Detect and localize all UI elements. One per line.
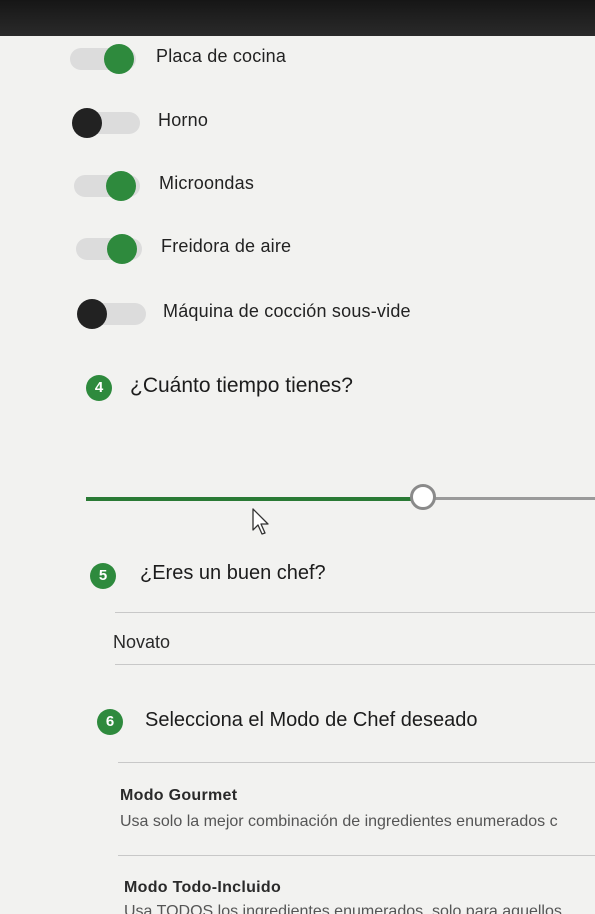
toggle-knob [72, 108, 102, 138]
appliance-row-freidora[interactable]: Freidora de aire [0, 228, 595, 268]
appliance-row-horno[interactable]: Horno [0, 102, 595, 142]
appliance-label: Placa de cocina [156, 46, 287, 66]
step-badge-6: 6 [97, 709, 123, 735]
chef-mode-title: Selecciona el Modo de Chef deseado [145, 709, 478, 731]
skill-question-title: ¿Eres un buen chef? [140, 562, 326, 584]
step-badge-4: 4 [86, 375, 112, 401]
toggle-knob [104, 44, 134, 74]
slider-track[interactable] [426, 497, 595, 500]
divider [115, 664, 595, 665]
page: Placa de cocina Horno Microondas Freidor… [0, 0, 595, 914]
appliance-row-placa[interactable]: Placa de cocina [0, 38, 595, 78]
mode-option-description: Usa solo la mejor combinación de ingredi… [120, 813, 558, 830]
appliance-row-microondas[interactable]: Microondas [0, 165, 595, 205]
time-slider-thumb[interactable] [410, 484, 436, 510]
mode-option-description: Usa TODOS los ingredientes enumerados, s… [124, 903, 562, 914]
appliance-label: Freidora de aire [161, 236, 292, 256]
appliance-label: Horno [158, 110, 209, 130]
toggle-knob [106, 171, 136, 201]
mouse-cursor-icon [252, 508, 269, 535]
divider [118, 762, 595, 763]
time-question-title: ¿Cuánto tiempo tienes? [130, 374, 353, 397]
toggle-knob [107, 234, 137, 264]
divider [115, 612, 595, 613]
toggle-knob [77, 299, 107, 329]
step-badge-5: 5 [90, 563, 116, 589]
skill-level-select[interactable]: Novato [113, 632, 170, 653]
appliance-label: Máquina de cocción sous-vide [163, 301, 411, 321]
mode-option-title: Modo Todo-Incluido [124, 879, 282, 896]
slider-track-filled[interactable] [86, 497, 426, 501]
mode-option-title: Modo Gourmet [120, 787, 238, 804]
top-bar [0, 0, 595, 36]
appliance-label: Microondas [159, 173, 255, 193]
divider [118, 855, 595, 856]
appliance-row-sous-vide[interactable]: Máquina de cocción sous-vide [0, 293, 595, 333]
